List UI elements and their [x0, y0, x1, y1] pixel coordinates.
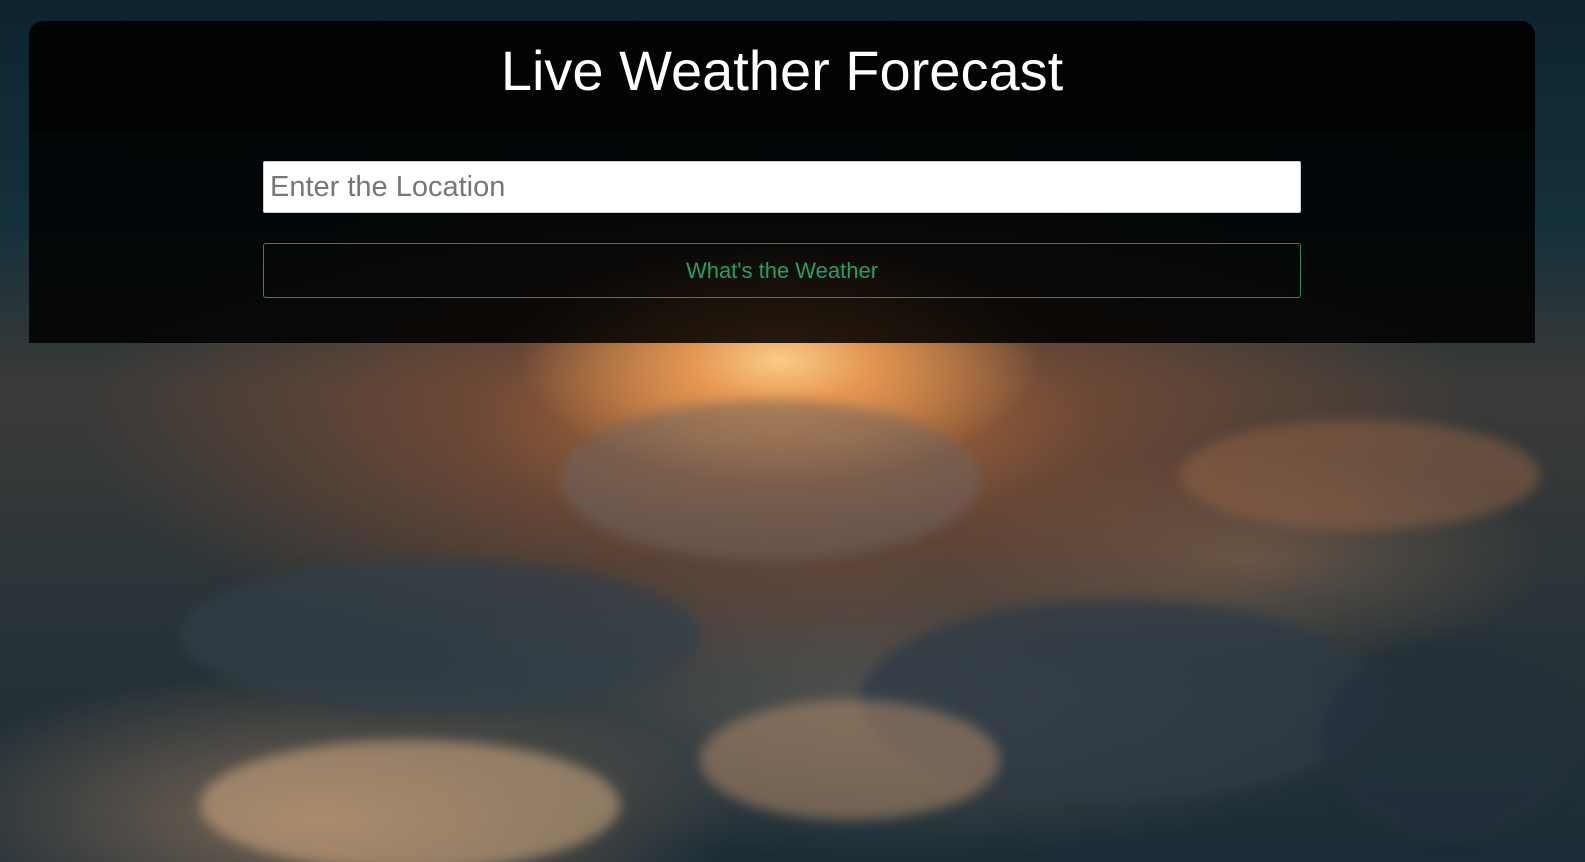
cloud-shape [1180, 420, 1540, 530]
whats-the-weather-button[interactable]: What's the Weather [263, 243, 1301, 298]
cloud-shape [560, 400, 980, 560]
cloud-shape [700, 700, 1000, 820]
search-panel: Live Weather Forecast What's the Weather [29, 21, 1535, 343]
weather-page: Live Weather Forecast What's the Weather [0, 0, 1585, 862]
cloud-shape [1320, 640, 1580, 840]
cloud-shape [200, 740, 620, 862]
location-input[interactable] [263, 161, 1301, 213]
panel-header: Live Weather Forecast [29, 21, 1535, 131]
page-title: Live Weather Forecast [500, 39, 1064, 102]
cloud-shape [180, 560, 700, 710]
